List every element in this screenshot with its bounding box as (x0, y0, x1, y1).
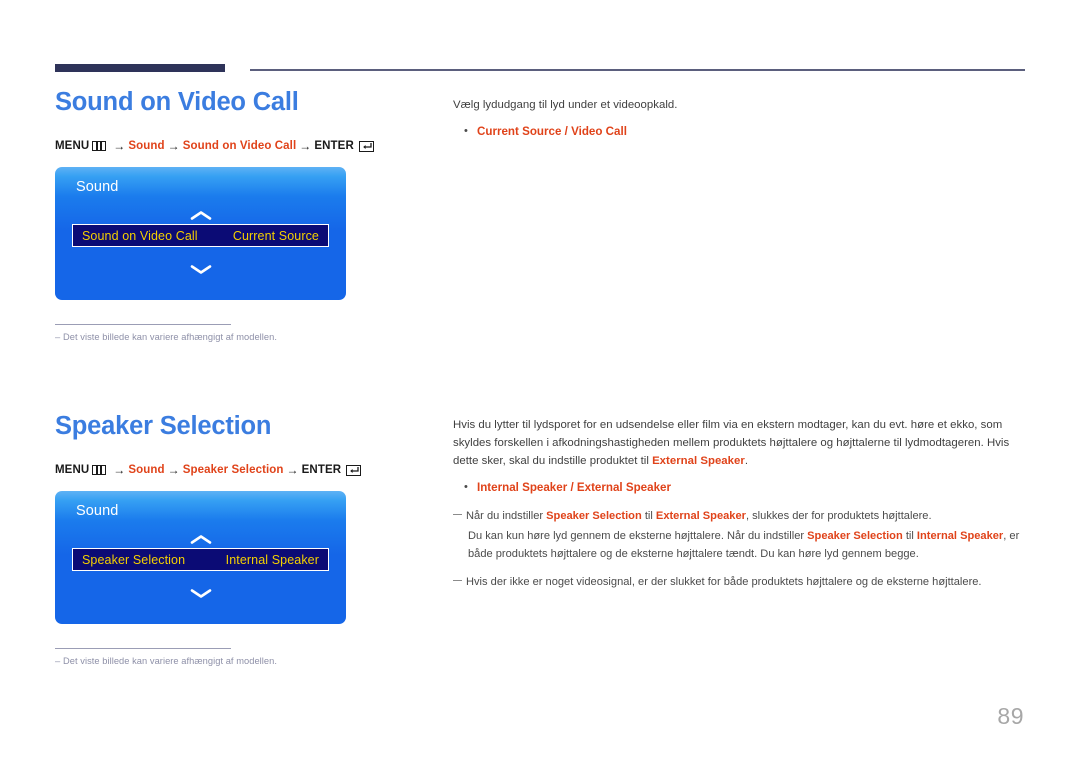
option-internal-speaker: Internal Speaker (477, 481, 568, 495)
paragraph-part-2: . (744, 455, 749, 468)
page-title-speaker-selection: Speaker Selection (55, 412, 272, 440)
note-1-subparagraph: Du kan kun høre lyd gennem de eksterne h… (466, 528, 1025, 564)
note-1-body: Når du indstiller Speaker Selection til … (466, 508, 1025, 564)
note-1-text-b: til (641, 509, 656, 522)
tv-menu-mock-speaker-selection: Sound Speaker Selection Internal Speaker (55, 491, 346, 625)
note-1-sub-highlight-internal-speaker: Internal Speaker (916, 529, 1004, 542)
option-separator: / (561, 125, 572, 139)
footnote-dash-marker: – (55, 656, 61, 667)
page-header-rules (0, 0, 1080, 80)
menu-path-arrow-2: → (167, 139, 180, 154)
chevron-up-icon[interactable] (55, 534, 346, 545)
enter-icon (346, 464, 362, 476)
note-1-highlight-speaker-selection: Speaker Selection (546, 509, 642, 522)
section-2-options-text: Internal Speaker / External Speaker (477, 479, 671, 498)
chevron-down-icon[interactable] (55, 264, 346, 275)
menu-path-step-sound-2: Sound (128, 464, 165, 477)
menu-path-enter-label: ENTER (314, 140, 354, 153)
footnote-section-2: – Det viste billede kan variere afhængigt… (55, 648, 277, 667)
section-2-left-column: Speaker Selection MENU → Sound → Speaker… (55, 412, 435, 666)
section-2-right-column: Hvis du lytter til lydsporet for en udse… (453, 416, 1025, 591)
note-1-text-c: , slukkes der for produktets højttalere. (745, 509, 932, 522)
bullet-dot-icon: • (464, 481, 468, 494)
note-item-2: Hvis der ikke er noget videosignal, er d… (453, 574, 1025, 592)
footnote-divider (55, 648, 231, 650)
menu-path-arrow-3: → (299, 139, 312, 154)
section-1-options-bullet: • Current Source / Video Call (461, 123, 1025, 142)
tv-menu-title: Sound (76, 503, 119, 520)
section-2-options-bullet: • Internal Speaker / External Speaker (461, 479, 1025, 498)
menu-path-arrow-3b: → (286, 463, 299, 478)
note-2-text: Hvis der ikke er noget videosignal, er d… (466, 575, 982, 588)
section-1-options-text: Current Source / Video Call (477, 123, 627, 142)
footnote-divider (55, 324, 231, 326)
footnote-section-1: – Det viste billede kan variere afhængigt… (55, 324, 277, 343)
tv-menu-mock-sound-on-video-call: Sound Sound on Video Call Current Source (55, 167, 346, 301)
section-2-paragraph: Hvis du lytter til lydsporet for en udse… (453, 416, 1025, 470)
menu-path-speaker-selection: MENU → Sound → Speaker Selection → ENTER (55, 463, 435, 477)
chevron-down-icon[interactable] (55, 588, 346, 599)
tv-menu-row-label: Speaker Selection (82, 552, 186, 567)
menu-path-step-sound-on-video-call: Sound on Video Call (182, 140, 297, 153)
tv-menu-row-value: Internal Speaker (225, 552, 319, 567)
section-1-right-column: Vælg lydudgang til lyd under et videoopk… (453, 96, 1025, 142)
section-1-intro-text: Vælg lydudgang til lyd under et videoopk… (453, 99, 678, 111)
option-current-source: Current Source (477, 125, 562, 139)
manual-page: Sound on Video Call MENU → Sound → Sound… (0, 0, 1080, 763)
menu-path-arrow-1b: → (113, 463, 126, 478)
menu-path-arrow-1: → (113, 139, 126, 154)
menu-icon (92, 465, 107, 476)
option-external-speaker: External Speaker (576, 481, 671, 495)
footnote-body: Det viste billede kan variere afhængigt … (63, 656, 277, 667)
note-1-sub-text-a: Du kan kun høre lyd gennem de eksterne h… (468, 529, 808, 542)
header-thin-rule (250, 69, 1025, 71)
option-video-call: Video Call (571, 125, 627, 139)
footnote-text: – Det viste billede kan variere afhængigt… (55, 332, 277, 343)
page-number: 89 (997, 703, 1024, 729)
paragraph-highlight-external-speaker: External Speaker (652, 455, 745, 468)
menu-path-enter-label-2: ENTER (301, 464, 342, 477)
enter-icon (358, 140, 374, 152)
page-title-sound-on-video-call: Sound on Video Call (55, 88, 299, 116)
menu-path-step-speaker-selection: Speaker Selection (182, 464, 284, 477)
note-1-text-a: Når du indstiller (466, 509, 547, 522)
note-2-body: Hvis der ikke er noget videosignal, er d… (466, 574, 982, 592)
tv-menu-row-label: Sound on Video Call (82, 228, 198, 243)
chevron-up-icon[interactable] (55, 210, 346, 221)
menu-path-sound-on-video-call: MENU → Sound → Sound on Video Call → ENT… (55, 139, 435, 153)
option-separator: / (567, 481, 577, 495)
tv-menu-row-value: Current Source (232, 228, 319, 243)
tv-menu-selected-row[interactable]: Speaker Selection Internal Speaker (72, 548, 329, 572)
note-item-1: Når du indstiller Speaker Selection til … (453, 508, 1025, 564)
menu-path-menu-label: MENU (55, 140, 90, 153)
menu-path-arrow-2b: → (167, 463, 180, 478)
tv-menu-selected-row[interactable]: Sound on Video Call Current Source (72, 224, 329, 248)
footnote-body: Det viste billede kan variere afhængigt … (63, 332, 277, 343)
menu-path-menu-label-2: MENU (55, 464, 90, 477)
header-thick-rule (55, 64, 225, 72)
bullet-dot-icon: • (464, 125, 468, 138)
note-dash-icon (453, 574, 466, 592)
footnote-dash-marker: – (55, 332, 61, 343)
menu-path-step-sound: Sound (128, 140, 165, 153)
section-1-left-column: Sound on Video Call MENU → Sound → Sound… (55, 88, 435, 342)
footnote-text: – Det viste billede kan variere afhængigt… (55, 656, 277, 667)
menu-icon (92, 141, 107, 152)
note-1-highlight-external-speaker: External Speaker (655, 509, 746, 522)
note-1-sub-highlight-speaker-selection: Speaker Selection (807, 529, 903, 542)
tv-menu-title: Sound (76, 179, 119, 196)
note-1-sub-text-b: til (902, 529, 917, 542)
note-dash-icon (453, 508, 466, 564)
